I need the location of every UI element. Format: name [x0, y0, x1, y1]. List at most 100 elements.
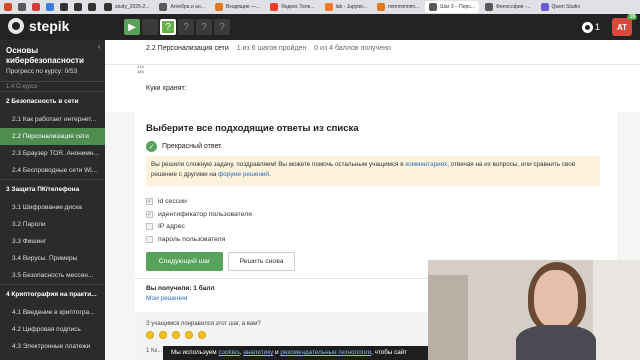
course-title[interactable]: Основы кибербезопасности	[0, 40, 105, 66]
browser-tab[interactable]	[86, 1, 98, 13]
step-6-quiz-icon[interactable]: ?	[214, 19, 230, 35]
emoji-icon[interactable]	[159, 331, 167, 339]
browser-tab-label: Алгебра и ан...	[170, 4, 205, 10]
cookies-link[interactable]: cookies	[218, 349, 239, 356]
browser-tab[interactable]	[58, 1, 70, 13]
browser-tab[interactable]: Философия -...	[481, 1, 535, 13]
sidebar-module-title[interactable]: 3 Защита ПК/телефона	[0, 179, 105, 199]
browser-tab[interactable]	[16, 1, 28, 13]
browser-tab-label: Шаг 3 – Перс...	[440, 4, 476, 10]
sidebar-lesson-item[interactable]: 3.5 Безопасность мессен...	[0, 267, 105, 284]
sidebar-item-cut[interactable]: 1.4 О курсе	[0, 82, 105, 91]
stepik-icon	[429, 3, 438, 11]
feedback-question: З учащимся понравился этот шаг, а вам?	[146, 321, 261, 327]
emoji-icon[interactable]	[185, 331, 193, 339]
checkbox-unchecked[interactable]	[146, 223, 153, 230]
answer-option[interactable]: IP адрес	[146, 223, 185, 230]
check-circle-icon: ✓	[146, 141, 157, 152]
answer-option[interactable]: пароль пользователя	[146, 235, 225, 243]
answer-option[interactable]: ✓ id сессии	[146, 198, 187, 205]
cursor-readout: 214 186	[137, 64, 144, 74]
github-icon	[88, 3, 96, 11]
next-step-button[interactable]: Следующий шаг	[146, 252, 223, 271]
sidebar-lesson-item[interactable]: 4.1 Введение в криптогра...	[0, 304, 105, 321]
browser-tab[interactable]: Алгебра и ан...	[155, 1, 208, 13]
browser-tab[interactable]: Яндекс Теле...	[266, 1, 318, 13]
h-icon	[32, 3, 40, 11]
sidebar-lesson-item[interactable]: 3.4 Вирусы. Примеры	[0, 250, 105, 267]
browser-tab[interactable]	[2, 1, 14, 13]
retry-button[interactable]: Решить снова	[228, 252, 295, 271]
answer-option[interactable]: ✓ идентификатор пользователя	[146, 210, 252, 218]
congrats-notice: Вы решили сложную задачу, поздравляем! В…	[146, 156, 600, 186]
browser-tab[interactable]	[30, 1, 42, 13]
jupyter-icon	[324, 3, 333, 11]
browser-tab[interactable]: Входящие —...	[211, 1, 264, 13]
checkbox-checked[interactable]: ✓	[146, 198, 153, 205]
divider	[105, 64, 640, 65]
bell-icon	[582, 21, 593, 33]
checkbox-checked[interactable]: ✓	[146, 210, 153, 218]
solutions-forum-link[interactable]: форуме решений	[218, 171, 269, 178]
sidebar-lesson-item[interactable]: 3.3 Фишинг	[0, 233, 105, 250]
steps-passed: 1 из 6 шагов пройден	[236, 45, 307, 52]
browser-tab[interactable]: Шаг 3 – Перс...	[425, 1, 480, 13]
browser-tab[interactable]: lab - Jupyter...	[321, 1, 371, 13]
browser-tab-label: lab - Jupyter...	[335, 4, 368, 10]
github-icon	[60, 3, 68, 11]
notifications-button[interactable]: 1	[582, 18, 602, 36]
cookie-banner: Мы используем cookies, аналитику и реком…	[163, 346, 428, 360]
browser-tab[interactable]: пппппппппп...	[373, 1, 423, 13]
sidebar-lesson-item[interactable]: 2.2 Персонализация сети	[0, 128, 105, 145]
sidebar-lesson-item[interactable]: 4.2 Цифровая подпись	[0, 321, 105, 338]
avatar[interactable]: AT 19	[612, 14, 637, 36]
browser-tab-label: пппппппппп...	[388, 4, 420, 10]
sidebar-lesson-item[interactable]: 3.2 Пароли	[0, 216, 105, 233]
header-right: 1 AT 19	[582, 14, 637, 36]
image-icon	[46, 3, 54, 11]
browser-tab[interactable]: study_2025-2...	[100, 1, 153, 13]
my-solutions-link[interactable]: Мои решения	[146, 295, 187, 302]
logo-text: stepik	[29, 18, 70, 34]
sidebar-module-title[interactable]: 4 Криптография на практи...	[0, 284, 105, 304]
browser-tab[interactable]	[44, 1, 56, 13]
step-1-play-icon[interactable]: ▶	[124, 19, 140, 35]
recommendations-link[interactable]: рекомендательные технологии	[280, 349, 371, 356]
step-5-quiz-icon[interactable]: ?	[196, 19, 212, 35]
browser-tab-label: Философия -...	[496, 4, 531, 10]
emoji-icon[interactable]	[146, 331, 154, 339]
sidebar-lesson-item[interactable]: 2.3 Браузер TOR. Анонимн...	[0, 145, 105, 162]
sidebar-lesson-item[interactable]: 3.1 Шифрование диска	[0, 199, 105, 216]
cookie-text: Мы используем	[171, 349, 219, 356]
question-text: Куки хранят:	[146, 85, 187, 92]
analytics-link[interactable]: аналитику	[243, 349, 273, 356]
comments-link[interactable]: комментариях	[405, 161, 447, 168]
emoji-icon[interactable]	[198, 331, 206, 339]
sidebar-module-title[interactable]: 2 Безопасность в сети	[0, 91, 105, 111]
step-title: 2.2 Персонализация сети	[146, 45, 229, 52]
collapse-sidebar-icon[interactable]: ‹	[98, 42, 101, 51]
checkbox-unchecked[interactable]	[146, 235, 153, 243]
sidebar-lesson-item[interactable]: 2.1 Как работает интернет...	[0, 111, 105, 128]
browser-tab-label: Qwen Studio	[551, 4, 581, 10]
step-header: 2.2 Персонализация сети 1 из 6 шагов про…	[146, 45, 391, 52]
cursor-readout-bottom: 186	[137, 69, 144, 74]
avatar-badge: 19	[627, 14, 637, 20]
browser-tab-label: Яндекс Теле...	[281, 4, 315, 10]
result-status: ✓ Прекрасный ответ.	[146, 141, 223, 152]
browser-tab[interactable]	[72, 1, 84, 13]
sidebar-lesson-item[interactable]: 2.4 Беспроводные сети Wi...	[0, 162, 105, 179]
sidebar-lesson-item[interactable]: 4.3 Электронные платежи	[0, 338, 105, 355]
stepik-logo[interactable]: stepik	[8, 18, 69, 34]
answer-option-label: IP адрес	[158, 223, 185, 230]
browser-tab[interactable]: Qwen Studio	[537, 1, 585, 13]
step-3-quiz-icon[interactable]: ?	[160, 19, 176, 35]
github-icon	[74, 3, 82, 11]
mail-icon	[377, 3, 386, 11]
course-sidebar: ‹ Основы кибербезопасности Прогресс по к…	[0, 40, 105, 360]
emoji-icon[interactable]	[172, 331, 180, 339]
step-2-text-icon[interactable]	[142, 19, 158, 35]
stepik-logo-icon	[8, 18, 24, 34]
step-4-quiz-icon[interactable]: ?	[178, 19, 194, 35]
webcam-door	[593, 260, 640, 360]
